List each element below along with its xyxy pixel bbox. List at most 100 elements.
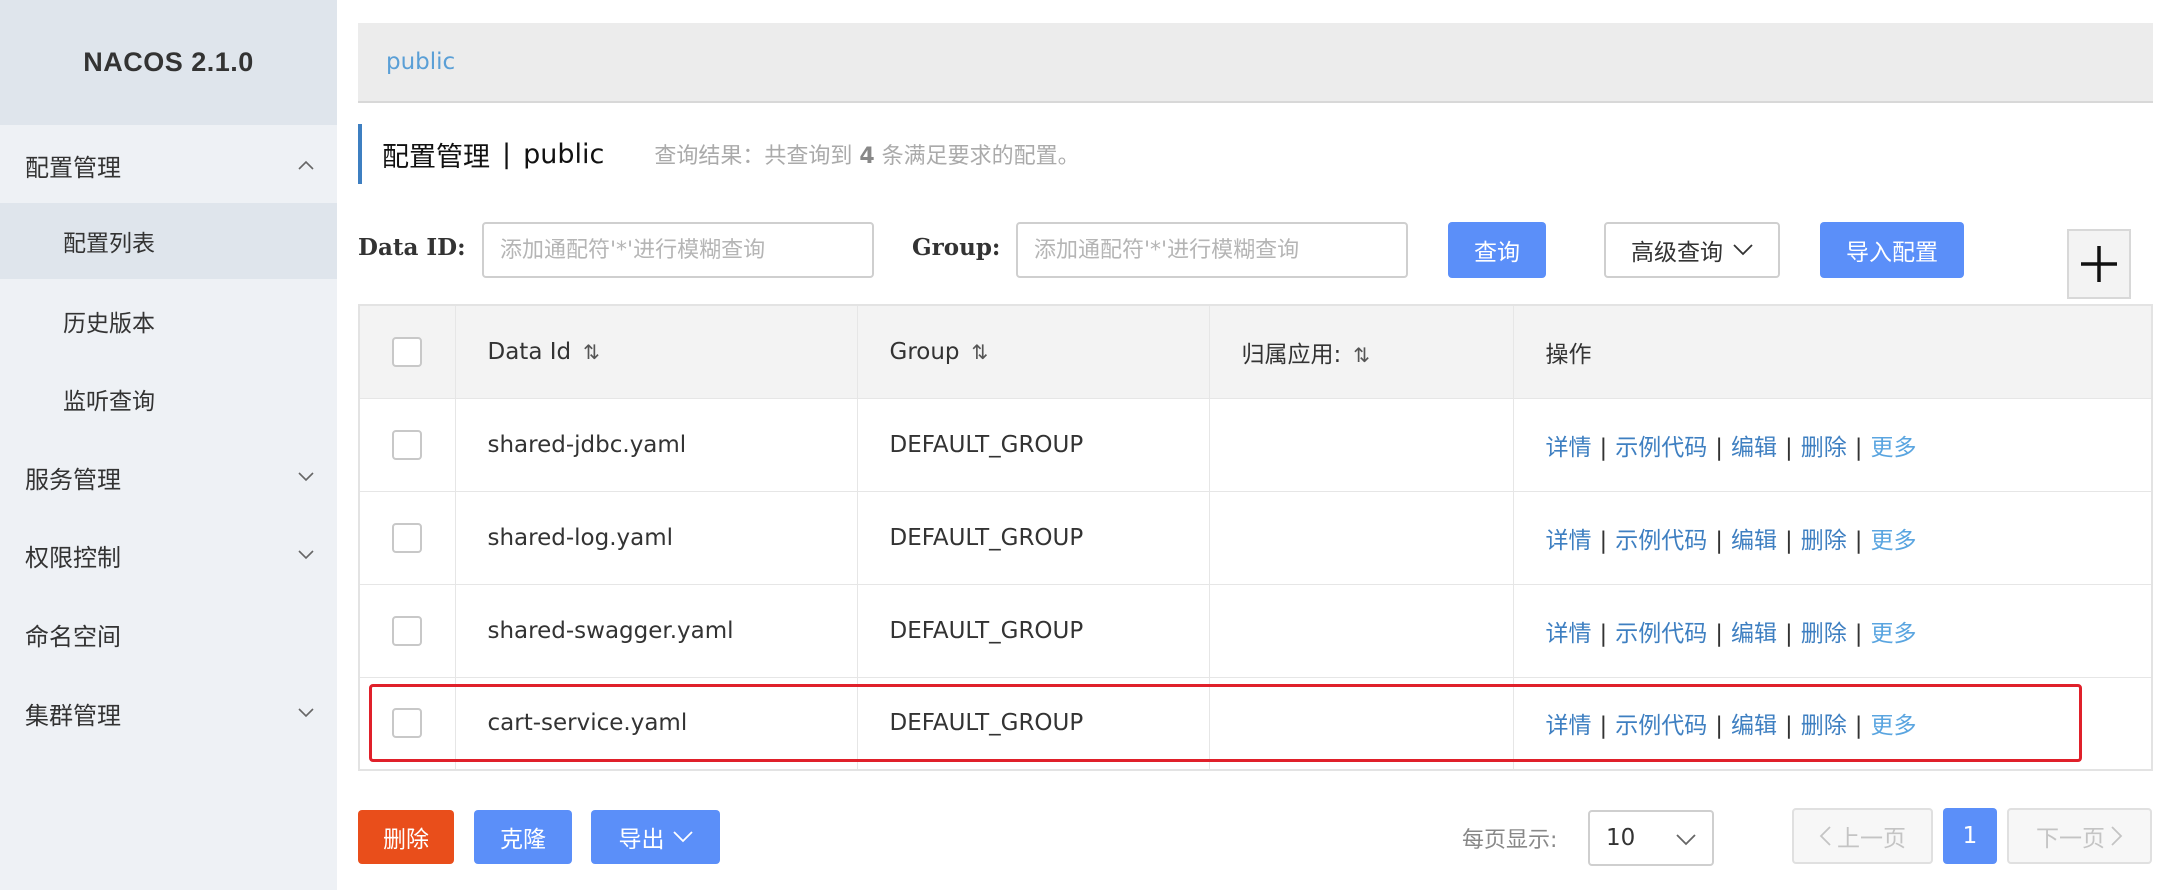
header-group[interactable]: Group ⇅ xyxy=(856,304,1210,399)
sort-icon[interactable]: ⇅ xyxy=(583,340,600,364)
table-row: shared-swagger.yaml DEFAULT_GROUP 详情 | 示例代… xyxy=(358,583,2153,678)
cell-app xyxy=(1208,397,1514,492)
sample-code-link[interactable]: 示例代码 xyxy=(1615,621,1707,647)
cell-data-id: shared-swagger.yaml xyxy=(454,583,858,678)
per-page-select[interactable]: 10 xyxy=(1588,810,1714,866)
clone-button[interactable]: 克隆 xyxy=(474,810,572,864)
menu-service-management[interactable]: 服务管理 xyxy=(0,439,337,515)
delete-link[interactable]: 删除 xyxy=(1801,435,1847,461)
sample-code-link[interactable]: 示例代码 xyxy=(1615,713,1707,739)
sample-code-link[interactable]: 示例代码 xyxy=(1615,435,1707,461)
row-checkbox-cell xyxy=(358,676,456,771)
import-config-button[interactable]: 导入配置 xyxy=(1820,222,1964,278)
prev-page-button[interactable]: 上一页 xyxy=(1792,808,1933,864)
plus-icon xyxy=(2081,246,2117,282)
next-page-label: 下一页 xyxy=(2036,826,2105,852)
menu-label: 权限控制 xyxy=(25,543,121,572)
menu-config-management[interactable]: 配置管理 xyxy=(0,127,337,203)
group-input[interactable] xyxy=(1016,222,1408,278)
chevron-down-icon xyxy=(295,544,317,566)
sort-icon[interactable]: ⇅ xyxy=(972,340,989,364)
op-separator: | xyxy=(1854,713,1863,740)
sidebar-item-listener-query[interactable]: 监听查询 xyxy=(0,361,337,437)
title-separator: | xyxy=(502,138,512,170)
cell-app xyxy=(1208,676,1514,771)
page-number-current[interactable]: 1 xyxy=(1943,808,1997,864)
delete-link[interactable]: 删除 xyxy=(1801,713,1847,739)
header-data-id[interactable]: Data Id ⇅ xyxy=(454,304,858,399)
prev-page-label: 上一页 xyxy=(1837,826,1906,852)
data-id-input[interactable] xyxy=(482,222,874,278)
chevron-down-icon xyxy=(295,466,317,488)
op-separator: | xyxy=(1854,620,1863,647)
row-checkbox[interactable] xyxy=(392,708,422,739)
detail-link[interactable]: 详情 xyxy=(1546,528,1592,554)
namespace-link-public[interactable]: public xyxy=(386,49,455,75)
sample-code-link[interactable]: 示例代码 xyxy=(1615,528,1707,554)
detail-link[interactable]: 详情 xyxy=(1546,435,1592,461)
cell-data-id: cart-service.yaml xyxy=(454,676,858,771)
cell-data-id: shared-log.yaml xyxy=(454,490,858,585)
table-header-row: Data Id ⇅ Group ⇅ 归属应用: ⇅ 操作 xyxy=(358,304,2153,399)
delete-link[interactable]: 删除 xyxy=(1801,528,1847,554)
brand-logo: NACOS 2.1.0 xyxy=(0,0,337,125)
table-row: cart-service.yaml DEFAULT_GROUP 详情 | 示例代码 |… xyxy=(358,676,2153,771)
add-config-button[interactable] xyxy=(2067,229,2131,299)
edit-link[interactable]: 编辑 xyxy=(1731,713,1777,739)
row-checkbox[interactable] xyxy=(392,429,422,460)
more-link[interactable]: 更多 xyxy=(1871,528,1917,554)
menu-namespace[interactable]: 命名空间 xyxy=(0,596,337,672)
more-link[interactable]: 更多 xyxy=(1871,621,1917,647)
op-separator: | xyxy=(1599,620,1608,647)
header-app[interactable]: 归属应用: ⇅ xyxy=(1208,304,1514,399)
op-separator: | xyxy=(1715,434,1723,461)
menu-permission-control[interactable]: 权限控制 xyxy=(0,517,337,593)
query-button[interactable]: 查询 xyxy=(1448,222,1546,278)
op-separator: | xyxy=(1785,620,1793,647)
more-link[interactable]: 更多 xyxy=(1871,713,1917,739)
next-page-button[interactable]: 下一页 xyxy=(2007,808,2152,864)
menu-label: 服务管理 xyxy=(25,465,121,494)
header-ops: 操作 xyxy=(1512,304,2153,399)
detail-link[interactable]: 详情 xyxy=(1546,713,1592,739)
more-link[interactable]: 更多 xyxy=(1871,435,1917,461)
result-suffix: 条满足要求的配置。 xyxy=(874,144,1080,169)
delete-link[interactable]: 删除 xyxy=(1801,621,1847,647)
header-label: Data Id xyxy=(487,338,572,365)
advanced-query-button[interactable]: 高级查询 xyxy=(1604,222,1780,278)
chevron-down-icon xyxy=(1733,244,1753,256)
result-prefix: 查询结果：共查询到 xyxy=(654,144,860,169)
op-separator: | xyxy=(1599,713,1608,740)
cell-ops: 详情 | 示例代码 | 编辑 | 删除 | 更多 xyxy=(1512,583,2153,678)
cell-ops: 详情 | 示例代码 | 编辑 | 删除 | 更多 xyxy=(1512,676,2153,771)
advanced-query-label: 高级查询 xyxy=(1631,240,1723,266)
chevron-up-icon xyxy=(295,154,317,176)
edit-link[interactable]: 编辑 xyxy=(1731,621,1777,647)
row-checkbox[interactable] xyxy=(392,522,422,553)
edit-link[interactable]: 编辑 xyxy=(1731,528,1777,554)
header-label: Group xyxy=(889,338,960,365)
op-separator: | xyxy=(1715,527,1723,554)
select-all-checkbox[interactable] xyxy=(392,336,422,367)
cell-app xyxy=(1208,490,1514,585)
group-label: Group: xyxy=(912,234,1001,261)
sidebar-item-history[interactable]: 历史版本 xyxy=(0,283,337,359)
select-all-cell xyxy=(358,304,456,399)
title-namespace: public xyxy=(523,138,605,170)
export-button[interactable]: 导出 xyxy=(591,810,720,864)
row-checkbox[interactable] xyxy=(392,615,422,646)
menu-label: 集群管理 xyxy=(25,701,121,730)
detail-link[interactable]: 详情 xyxy=(1546,621,1592,647)
chevron-right-icon xyxy=(2111,826,2123,846)
chevron-down-icon xyxy=(1676,826,1696,852)
result-count: 4 xyxy=(859,144,875,169)
sort-icon[interactable]: ⇅ xyxy=(1353,343,1370,367)
edit-link[interactable]: 编辑 xyxy=(1731,435,1777,461)
op-separator: | xyxy=(1715,713,1723,740)
batch-delete-button[interactable]: 删除 xyxy=(358,810,454,864)
op-separator: | xyxy=(1785,527,1793,554)
query-result-text: 查询结果：共查询到 4 条满足要求的配置。 xyxy=(654,138,1079,170)
header-label: 归属应用: xyxy=(1241,341,1342,368)
menu-cluster-management[interactable]: 集群管理 xyxy=(0,675,337,751)
sidebar-item-config-list[interactable]: 配置列表 xyxy=(0,203,337,279)
